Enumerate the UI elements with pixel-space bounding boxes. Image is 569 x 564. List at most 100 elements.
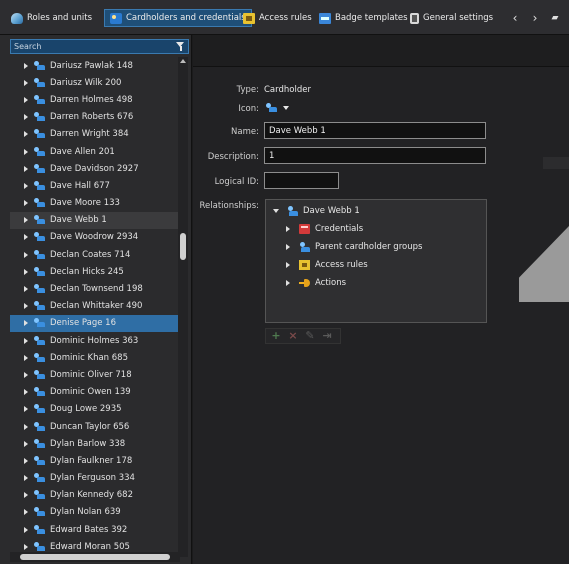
expand-icon[interactable]: [24, 114, 28, 121]
cardholder-row[interactable]: Dariusz Pawlak 148: [10, 57, 178, 74]
relationship-actions[interactable]: Actions: [286, 278, 346, 288]
tab-roles-and-units[interactable]: Roles and units: [6, 9, 97, 27]
expand-icon[interactable]: [24, 217, 28, 224]
cardholder-row[interactable]: Edward Bates 392: [10, 521, 178, 538]
expand-icon[interactable]: [24, 303, 28, 310]
cardholder-row[interactable]: Dominic Oliver 718: [10, 366, 178, 383]
expand-icon[interactable]: [24, 251, 28, 258]
general-settings-icon: [410, 12, 419, 24]
expand-icon[interactable]: [24, 182, 28, 189]
expand-icon[interactable]: [24, 440, 28, 447]
cardholder-row[interactable]: Dylan Kennedy 682: [10, 487, 178, 504]
relationship-access-rules[interactable]: Access rules: [286, 260, 368, 270]
relationship-root[interactable]: Dave Webb 1: [273, 206, 360, 216]
remove-relationship-button[interactable]: ×: [287, 330, 299, 342]
cardholder-name: Dylan Kennedy 682: [50, 490, 133, 501]
expand-icon[interactable]: [286, 226, 290, 232]
custom-relationship-button[interactable]: ⇥: [321, 330, 333, 342]
cardholder-row[interactable]: Declan Hicks 245: [10, 263, 178, 280]
expand-icon[interactable]: [24, 131, 28, 138]
cardholder-name: Edward Moran 505: [50, 541, 130, 552]
cardholder-row[interactable]: Dylan Faulkner 178: [10, 452, 178, 469]
scroll-thumb[interactable]: [20, 554, 170, 560]
cardholder-row[interactable]: Declan Whittaker 490: [10, 298, 178, 315]
expand-icon[interactable]: [24, 337, 28, 344]
tab-label: Access rules: [259, 13, 312, 23]
expand-icon[interactable]: [24, 354, 28, 361]
cardholder-row[interactable]: Declan Townsend 198: [10, 280, 178, 297]
expand-icon[interactable]: [24, 509, 28, 516]
relationship-label: Actions: [315, 278, 347, 288]
logical-id-field[interactable]: [264, 172, 339, 189]
tab-general-settings[interactable]: General settings: [405, 9, 498, 27]
cardholder-icon: [34, 507, 45, 517]
cardholder-name: Dylan Ferguson 334: [50, 473, 135, 484]
expand-icon[interactable]: [24, 423, 28, 430]
cardholder-row[interactable]: Dylan Barlow 338: [10, 435, 178, 452]
cardholder-row[interactable]: Duncan Taylor 656: [10, 418, 178, 435]
cardholder-row[interactable]: Declan Coates 714: [10, 246, 178, 263]
relationship-credentials[interactable]: Credentials: [286, 224, 363, 234]
cardholder-row[interactable]: Dylan Ferguson 334: [10, 470, 178, 487]
expand-icon[interactable]: [24, 96, 28, 103]
tab-access-rules[interactable]: Access rules: [238, 9, 317, 27]
expand-icon[interactable]: [24, 526, 28, 533]
cardholder-row[interactable]: Dave Allen 201: [10, 143, 178, 160]
cardholder-row[interactable]: Dave Webb 1: [10, 211, 178, 229]
horizontal-scrollbar[interactable]: [10, 552, 180, 562]
expand-icon[interactable]: [24, 475, 28, 482]
search-input[interactable]: [11, 40, 171, 53]
expand-icon[interactable]: [24, 165, 28, 172]
vertical-scrollbar[interactable]: [178, 57, 188, 557]
cardholder-row[interactable]: Dave Hall 677: [10, 177, 178, 194]
expand-icon[interactable]: [24, 371, 28, 378]
name-field[interactable]: [264, 122, 486, 139]
expand-icon[interactable]: [24, 62, 28, 69]
add-relationship-button[interactable]: +: [270, 330, 282, 342]
cardholder-row[interactable]: Doug Lowe 2935: [10, 401, 178, 418]
expand-icon[interactable]: [24, 320, 28, 327]
tab-cardholders-and-credentials[interactable]: Cardholders and credentials: [104, 9, 252, 27]
cardholder-row[interactable]: Dave Woodrow 2934: [10, 229, 178, 246]
relationship-parent-cardholder-groups[interactable]: Parent cardholder groups: [286, 242, 422, 252]
overflow-tab-icon[interactable]: ▰: [548, 10, 562, 26]
relationship-label: Access rules: [315, 260, 368, 270]
expand-icon[interactable]: [24, 457, 28, 464]
expand-icon[interactable]: [24, 389, 28, 396]
icon-dropdown[interactable]: [266, 103, 289, 113]
collapse-icon[interactable]: [273, 209, 279, 213]
cardholder-row[interactable]: Darren Roberts 676: [10, 109, 178, 126]
expand-icon[interactable]: [24, 286, 28, 293]
cardholder-row[interactable]: Dominic Owen 139: [10, 384, 178, 401]
filter-icon[interactable]: [176, 42, 185, 52]
expand-icon[interactable]: [24, 234, 28, 241]
expand-icon[interactable]: [24, 543, 28, 550]
expand-icon[interactable]: [24, 406, 28, 413]
expand-icon[interactable]: [24, 268, 28, 275]
cardholder-row[interactable]: Dariusz Wilk 200: [10, 74, 178, 91]
description-field[interactable]: [264, 147, 486, 164]
cardholder-row[interactable]: Dylan Nolan 639: [10, 504, 178, 521]
expand-icon[interactable]: [286, 244, 290, 250]
cardholder-row[interactable]: Darren Wright 384: [10, 126, 178, 143]
cardholder-row[interactable]: Dave Moore 133: [10, 195, 178, 212]
tab-badge-templates[interactable]: Badge templates: [314, 9, 413, 27]
scroll-thumb[interactable]: [180, 233, 186, 260]
scroll-up-icon[interactable]: [180, 59, 186, 63]
expand-icon[interactable]: [24, 200, 28, 207]
cardholder-name: Darren Wright 384: [50, 129, 129, 140]
expand-icon[interactable]: [286, 262, 290, 268]
expand-icon[interactable]: [286, 280, 290, 286]
cardholder-row[interactable]: Darren Holmes 498: [10, 91, 178, 108]
expand-icon[interactable]: [24, 492, 28, 499]
cardholder-row[interactable]: Denise Page 16: [10, 314, 178, 332]
expand-icon[interactable]: [24, 79, 28, 86]
edit-relationship-button[interactable]: ✎: [304, 330, 316, 342]
cardholder-row[interactable]: Dominic Holmes 363: [10, 332, 178, 349]
cardholder-row[interactable]: Dominic Khan 685: [10, 349, 178, 366]
expand-icon[interactable]: [24, 148, 28, 155]
relationship-label: Credentials: [315, 224, 364, 234]
cardholder-row[interactable]: Dave Davidson 2927: [10, 160, 178, 177]
prev-tab-button[interactable]: ‹: [508, 10, 522, 26]
next-tab-button[interactable]: ›: [528, 10, 542, 26]
